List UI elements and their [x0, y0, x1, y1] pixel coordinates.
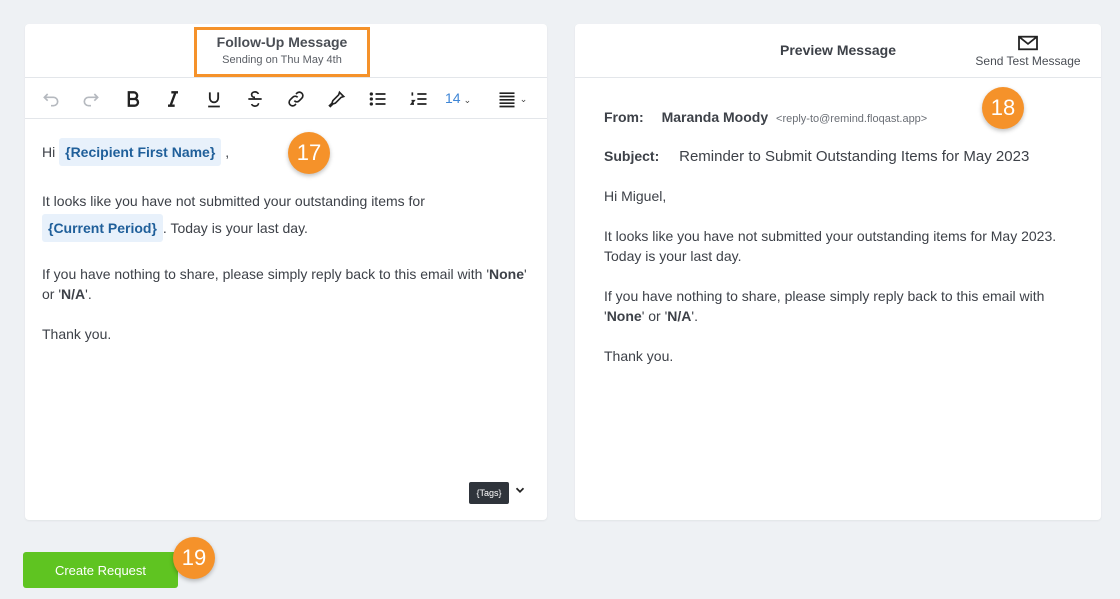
align-select[interactable]: ⌄	[493, 88, 531, 110]
editor-paragraph-1-cont: {Current Period}. Today is your last day…	[42, 214, 308, 242]
redo-icon[interactable]	[79, 88, 103, 110]
subject-label: Subject:	[604, 148, 660, 164]
or-text: ' or '	[641, 308, 668, 324]
para2-text: If you have nothing to share, please sim…	[42, 266, 490, 282]
create-request-button[interactable]: Create Request	[23, 552, 178, 588]
none-text: None	[606, 308, 642, 324]
underline-icon[interactable]	[202, 88, 226, 110]
preview-paragraph-1: It looks like you have not submitted you…	[604, 226, 1074, 266]
recipient-tag[interactable]: {Recipient First Name}	[59, 138, 222, 166]
subject-row: Subject: Reminder to Submit Outstanding …	[604, 148, 1029, 165]
bold-icon[interactable]	[121, 88, 145, 110]
editor-toolbar: 14 ⌄ ⌄	[25, 79, 547, 119]
preview-header: Preview Message Send Test Message	[575, 24, 1101, 78]
tags-button[interactable]: {Tags}	[469, 482, 509, 504]
send-date: Sending on Thu May 4th	[222, 54, 342, 66]
preview-para2-line1: If you have nothing to share, please sim…	[604, 288, 1045, 304]
eyedropper-icon[interactable]	[325, 88, 349, 110]
preview-para2-line2: 'None' or 'N/A'.	[604, 306, 1074, 326]
editor-paragraph-2: If you have nothing to share, please sim…	[42, 264, 532, 304]
na-text: N/A	[667, 308, 692, 324]
callout-badge-18: 18	[982, 87, 1024, 129]
editor-thanks: Thank you.	[42, 326, 112, 342]
preview-paragraph-2: If you have nothing to share, please sim…	[604, 286, 1074, 326]
envelope-icon	[1018, 35, 1038, 51]
editor-paragraph-1: It looks like you have not submitted you…	[42, 193, 425, 209]
editor-panel: Follow-Up Message Sending on Thu May 4th	[25, 24, 547, 520]
from-label: From:	[604, 109, 644, 125]
message-title: Follow-Up Message	[216, 34, 348, 50]
italic-icon[interactable]	[161, 88, 185, 110]
greeting-text: Hi	[42, 144, 56, 160]
chevron-down-icon: ⌄	[463, 95, 472, 105]
send-test-label: Send Test Message	[975, 54, 1081, 68]
numbered-list-icon[interactable]	[407, 88, 431, 110]
from-email: <reply-to@remind.floqast.app>	[776, 113, 928, 125]
preview-para1-line2: Today is your last day.	[604, 248, 742, 264]
none-text: None	[489, 266, 525, 282]
na-text: N/A	[61, 286, 86, 302]
font-size-value: 14	[445, 90, 461, 106]
para2-end: '.	[85, 286, 92, 302]
chevron-down-icon: ⌄	[519, 93, 528, 104]
send-test-button[interactable]: Send Test Message	[973, 34, 1083, 68]
strikethrough-icon[interactable]	[243, 88, 267, 110]
preview-greeting: Hi Miguel,	[604, 188, 667, 204]
editor-header: Follow-Up Message Sending on Thu May 4th	[25, 24, 547, 78]
callout-badge-17: 17	[288, 132, 330, 174]
chevron-down-icon[interactable]	[513, 483, 527, 500]
period-suffix: . Today is your last day.	[162, 220, 308, 236]
preview-thanks: Thank you.	[604, 348, 674, 364]
subject-text: Reminder to Submit Outstanding Items for…	[679, 148, 1030, 165]
undo-icon[interactable]	[39, 88, 63, 110]
period: '.	[691, 308, 698, 324]
bullet-list-icon[interactable]	[366, 88, 390, 110]
period-tag[interactable]: {Current Period}	[42, 214, 163, 242]
greeting-comma: ,	[225, 144, 230, 160]
font-size-select[interactable]: 14 ⌄	[445, 90, 471, 106]
callout-badge-19: 19	[173, 537, 215, 579]
from-row: From: Maranda Moody <reply-to@remind.flo…	[604, 109, 927, 125]
editor-greeting: Hi {Recipient First Name} ,	[42, 138, 229, 166]
message-title-box: Follow-Up Message Sending on Thu May 4th	[194, 27, 370, 77]
link-icon[interactable]	[284, 88, 308, 110]
preview-para1-line1: It looks like you have not submitted you…	[604, 228, 1057, 244]
from-name: Maranda Moody	[661, 109, 769, 125]
